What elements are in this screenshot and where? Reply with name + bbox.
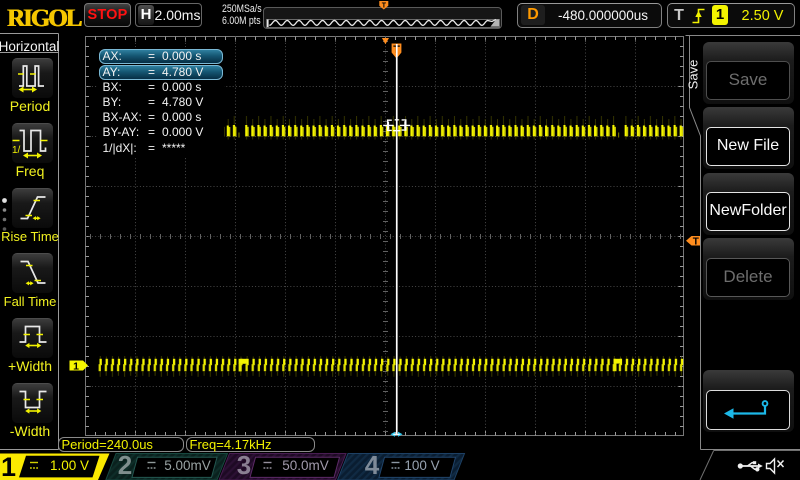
svg-text:T: T [382,2,387,9]
svg-text:T: T [693,236,699,247]
svg-text:1/: 1/ [12,145,21,156]
svg-text:1: 1 [73,360,79,372]
